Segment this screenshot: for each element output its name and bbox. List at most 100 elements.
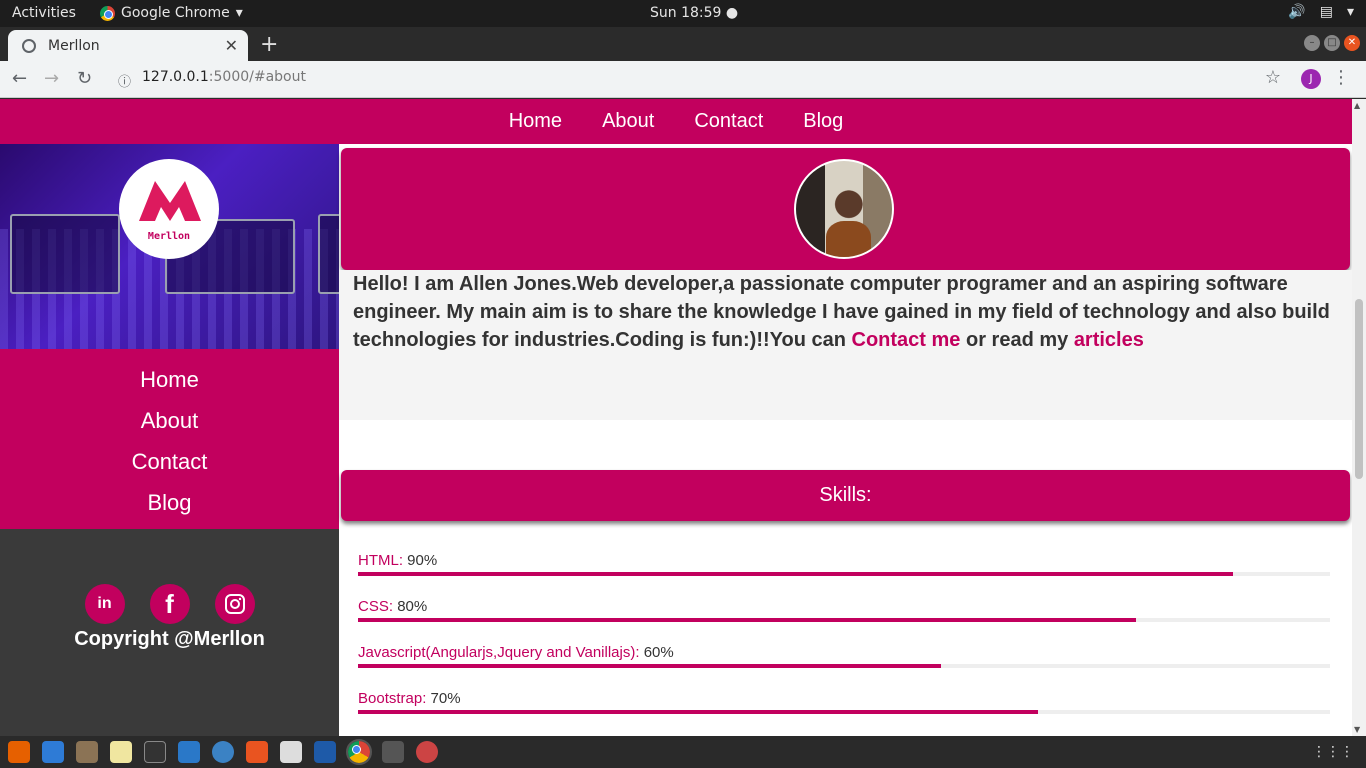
help-icon[interactable]	[212, 741, 234, 763]
globe-icon	[22, 38, 36, 53]
browser-menu-icon[interactable]: ⋮	[1332, 67, 1350, 88]
page-scrollbar[interactable]: ▲ ▼	[1352, 99, 1366, 736]
info-icon[interactable]: ⓘ	[118, 71, 131, 90]
tab-strip: Merllon ✕ + – □ ✕	[0, 27, 1366, 61]
vscode-icon[interactable]	[314, 741, 336, 763]
new-tab-button[interactable]: +	[260, 32, 278, 57]
software-center-icon[interactable]	[246, 741, 268, 763]
bio-middle-text: or read my	[960, 329, 1074, 351]
app-menu[interactable]: Google Chrome ▾	[100, 5, 243, 21]
merllon-logo[interactable]: Merllon	[119, 159, 219, 259]
skill-name: Javascript(Angularjs,Jquery and Vanillaj…	[358, 644, 640, 661]
logo-text: Merllon	[147, 231, 191, 242]
skill-item: Bootstrap: 70%	[358, 690, 1330, 714]
skill-bar	[358, 710, 1330, 714]
contact-me-link[interactable]: Contact me	[852, 329, 961, 351]
chevron-down-icon: ▾	[1346, 4, 1354, 20]
system-menu[interactable]: 🔊 ▤ ▾	[1288, 4, 1354, 20]
skill-name: HTML:	[358, 552, 403, 569]
logo-m-icon	[139, 181, 201, 221]
skill-percent: 90%	[407, 552, 438, 569]
taskbar: ⋮⋮⋮	[0, 736, 1366, 768]
sidebar-item-blog[interactable]: Blog	[0, 482, 339, 523]
skill-item: HTML: 90%	[358, 552, 1330, 576]
url-host: 127.0.0.1	[142, 69, 209, 85]
battery-icon: ▤	[1319, 4, 1333, 20]
libreoffice-writer-icon[interactable]	[178, 741, 200, 763]
sidebar-item-home[interactable]: Home	[0, 359, 339, 400]
clock-label: Sun 18:59	[650, 5, 722, 21]
skills-heading: Skills:	[341, 470, 1350, 521]
nav-home[interactable]: Home	[509, 110, 562, 133]
sidebar-menu: Home About Contact Blog	[0, 349, 339, 529]
skill-item: Javascript(Angularjs,Jquery and Vanillaj…	[358, 644, 1330, 668]
skill-item: CSS: 80%	[358, 598, 1330, 622]
skill-name: CSS:	[358, 598, 394, 615]
monitor-graphic	[10, 214, 120, 294]
minimize-button[interactable]: –	[1304, 35, 1320, 51]
volume-icon: 🔊	[1288, 4, 1306, 20]
reload-icon[interactable]: ↻	[77, 68, 92, 89]
chrome-icon[interactable]	[346, 739, 372, 765]
files-icon[interactable]	[76, 741, 98, 763]
sidebar: Merllon Home About Contact Blog in f Cop…	[0, 144, 339, 736]
url-field[interactable]: 127.0.0.1:5000/#about	[142, 69, 306, 85]
linkedin-icon[interactable]: in	[84, 584, 125, 624]
thunderbird-icon[interactable]	[42, 741, 64, 763]
skill-percent: 80%	[397, 598, 428, 615]
nav-about[interactable]: About	[602, 110, 654, 133]
page-viewport: Home About Contact Blog Merllon Home Abo…	[0, 99, 1366, 736]
scroll-up-icon[interactable]: ▲	[1354, 101, 1360, 110]
tab-title: Merllon	[48, 37, 100, 54]
terminal-icon[interactable]	[144, 741, 166, 763]
sidebar-item-about[interactable]: About	[0, 400, 339, 441]
bio-section: Hello! I am Allen Jones.Web developer,a …	[339, 270, 1352, 420]
sidebar-hero-image: Merllon	[0, 144, 339, 349]
facebook-icon[interactable]: f	[149, 584, 190, 624]
skill-bar-fill	[358, 618, 1136, 622]
video-editor-icon[interactable]	[382, 741, 404, 763]
scroll-down-icon[interactable]: ▼	[1354, 725, 1360, 734]
nav-blog[interactable]: Blog	[803, 110, 843, 133]
close-tab-icon[interactable]: ✕	[225, 36, 238, 55]
activities-button[interactable]: Activities	[12, 5, 76, 21]
monitor-graphic	[318, 214, 339, 294]
skill-bar	[358, 572, 1330, 576]
scrollbar-thumb[interactable]	[1355, 299, 1363, 479]
sidebar-item-contact[interactable]: Contact	[0, 441, 339, 482]
instagram-glyph	[224, 594, 245, 614]
maximize-button[interactable]: □	[1324, 35, 1340, 51]
skill-percent: 60%	[643, 644, 674, 661]
nav-contact[interactable]: Contact	[694, 110, 763, 133]
profile-header	[341, 148, 1350, 270]
firefox-icon[interactable]	[8, 741, 30, 763]
show-applications-icon[interactable]: ⋮⋮⋮	[1312, 744, 1354, 760]
rhythmbox-icon[interactable]	[110, 741, 132, 763]
bio-text: Hello! I am Allen Jones.Web developer,a …	[353, 273, 1330, 351]
skill-name: Bootstrap:	[358, 690, 427, 707]
skill-bar-fill	[358, 572, 1233, 576]
clock[interactable]: Sun 18:59 ●	[650, 5, 738, 21]
browser-tab[interactable]: Merllon ✕	[8, 30, 248, 61]
profile-avatar-photo	[794, 159, 894, 259]
chevron-down-icon: ▾	[235, 5, 243, 21]
app-menu-label: Google Chrome	[121, 5, 230, 21]
address-bar: ← → ↻ ⓘ 127.0.0.1:5000/#about ☆ J ⋮	[0, 61, 1366, 98]
amazon-icon[interactable]	[280, 741, 302, 763]
top-navigation: Home About Contact Blog	[0, 99, 1352, 144]
chrome-icon	[100, 5, 115, 21]
forward-icon[interactable]: →	[44, 68, 59, 89]
skill-bar	[358, 618, 1330, 622]
back-icon[interactable]: ←	[12, 68, 27, 89]
close-window-button[interactable]: ✕	[1344, 35, 1360, 51]
skill-percent: 70%	[430, 690, 461, 707]
url-path: :5000/#about	[208, 69, 306, 85]
profile-avatar[interactable]: J	[1301, 69, 1321, 89]
articles-link[interactable]: articles	[1074, 329, 1144, 351]
instagram-icon[interactable]	[214, 584, 255, 624]
skill-bar	[358, 664, 1330, 668]
main-content: Hello! I am Allen Jones.Web developer,a …	[339, 144, 1352, 736]
gimp-icon[interactable]	[416, 741, 438, 763]
skill-bar-fill	[358, 710, 1039, 714]
bookmark-star-icon[interactable]: ☆	[1265, 67, 1281, 88]
